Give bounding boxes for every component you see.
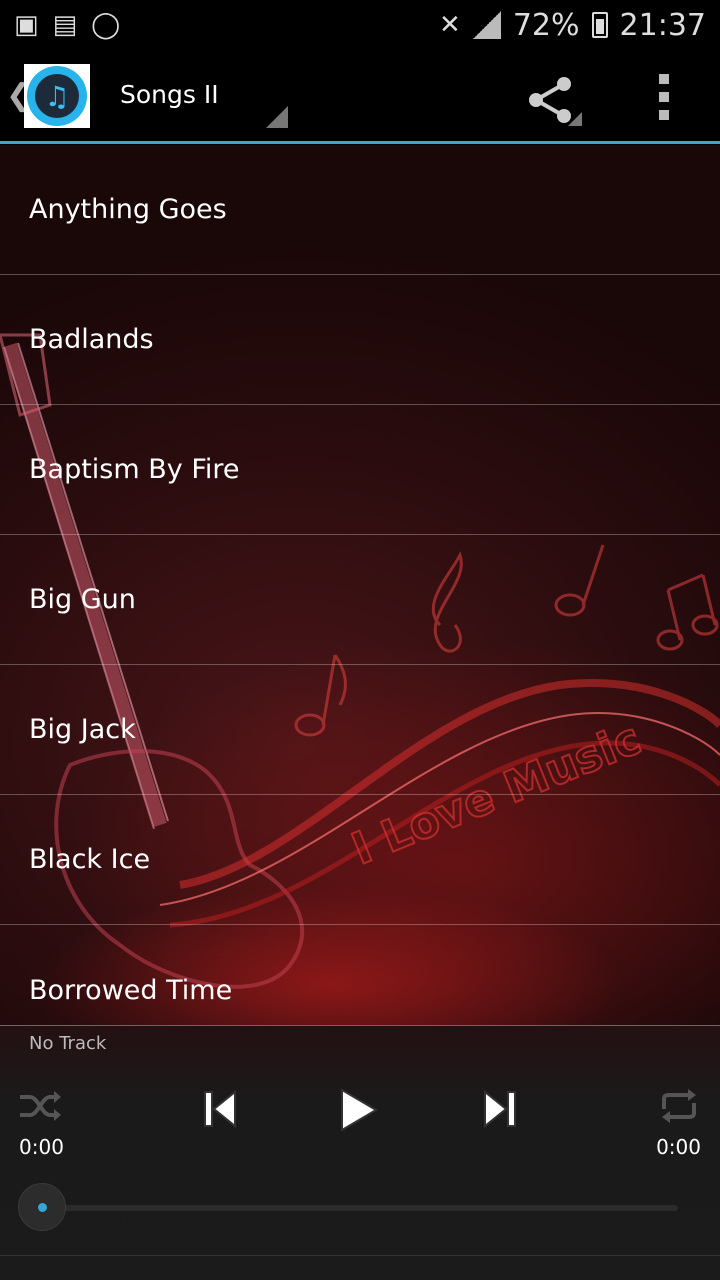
list-item[interactable]: Borrowed Time (0, 925, 720, 1025)
signal-icon (472, 11, 501, 39)
app-music-icon[interactable]: ♫ (24, 64, 90, 128)
repeat-icon[interactable] (658, 1089, 700, 1123)
battery-icon (591, 12, 608, 38)
song-title: Borrowed Time (29, 974, 233, 1006)
song-title: Black Ice (29, 844, 151, 875)
status-bar: ▣ ▤ ◯ ✕ 72% 21:37 (0, 0, 720, 50)
clock: 21:37 (619, 7, 706, 43)
dropdown-indicator-icon (266, 106, 288, 128)
accent-divider (0, 141, 720, 144)
play-icon[interactable] (338, 1087, 380, 1133)
page-title[interactable]: Songs II (120, 80, 219, 109)
whatsapp-icon: ◯ (91, 10, 121, 40)
bbm-icon: ▤ (52, 10, 78, 40)
player-divider (0, 1025, 720, 1026)
song-title: Big Gun (29, 584, 136, 615)
notification-icons: ▣ ▤ ◯ (14, 12, 120, 38)
mute-icon: ✕ (439, 10, 461, 40)
list-item[interactable]: Black Ice (0, 795, 720, 925)
song-title: Big Jack (29, 714, 136, 745)
total-time: 0:00 (656, 1135, 701, 1159)
shuffle-icon[interactable] (18, 1089, 62, 1123)
share-dropdown-indicator-icon (568, 112, 582, 126)
list-item[interactable]: Big Gun (0, 535, 720, 665)
song-list[interactable]: I Love Music Anything Goes Badlands Bapt… (0, 145, 720, 1025)
list-item[interactable]: Baptism By Fire (0, 405, 720, 535)
elapsed-time: 0:00 (19, 1135, 64, 1159)
previous-icon[interactable] (202, 1089, 238, 1129)
seek-bar[interactable] (60, 1205, 678, 1211)
song-title: Anything Goes (29, 194, 227, 225)
system-icons: ✕ 72% 21:37 (439, 8, 706, 43)
seek-thumb[interactable] (18, 1183, 66, 1231)
image-icon: ▣ (14, 10, 39, 40)
list-item[interactable]: Badlands (0, 275, 720, 405)
song-title: Baptism By Fire (29, 454, 240, 485)
battery-percent: 72% (512, 7, 580, 43)
bottom-divider (0, 1255, 720, 1256)
player-panel: No Track 0:00 0:00 (0, 1025, 720, 1280)
track-name: No Track (29, 1033, 107, 1054)
list-item[interactable]: Big Jack (0, 665, 720, 795)
song-title: Badlands (29, 324, 154, 355)
list-item[interactable]: Anything Goes (0, 145, 720, 275)
action-bar: ❮ ♫ Songs II (0, 50, 720, 144)
next-icon[interactable] (482, 1089, 518, 1129)
overflow-menu-icon[interactable] (656, 74, 672, 120)
